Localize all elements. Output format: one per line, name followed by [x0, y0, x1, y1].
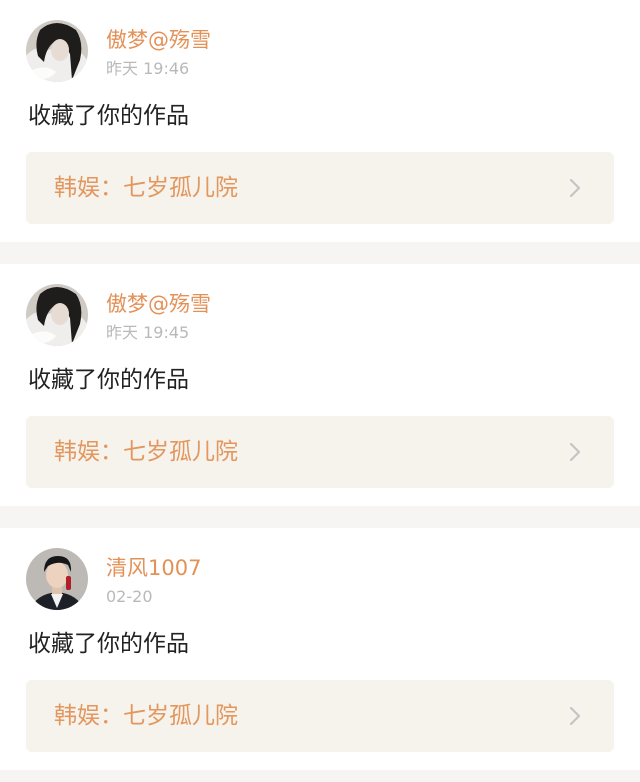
timestamp: 昨天 19:46: [106, 59, 190, 78]
chevron-right-icon: [569, 706, 581, 726]
username[interactable]: 傲梦@殇雪: [106, 290, 211, 318]
work-link[interactable]: 韩娱：七岁孤儿院: [26, 680, 614, 752]
avatar-man-icon[interactable]: [26, 548, 88, 610]
work-title: 韩娱：七岁孤儿院: [54, 703, 238, 729]
chevron-right-icon: [569, 442, 581, 462]
timestamp: 昨天 19:45: [106, 323, 190, 342]
notification-card: 清风1007 02-20 收藏了你的作品 韩娱：七岁孤儿院: [0, 528, 640, 770]
username[interactable]: 清风1007: [106, 554, 201, 582]
chevron-right-icon: [569, 178, 581, 198]
work-link[interactable]: 韩娱：七岁孤儿院: [26, 152, 614, 224]
action-text: 收藏了你的作品: [28, 103, 189, 129]
work-link[interactable]: 韩娱：七岁孤儿院: [26, 416, 614, 488]
avatar-girl-icon[interactable]: [26, 20, 88, 82]
notification-card: 傲梦@殇雪 昨天 19:45 收藏了你的作品 韩娱：七岁孤儿院: [0, 264, 640, 506]
action-text: 收藏了你的作品: [28, 631, 189, 657]
work-title: 韩娱：七岁孤儿院: [54, 439, 238, 465]
notification-feed: 傲梦@殇雪 昨天 19:46 收藏了你的作品 韩娱：七岁孤儿院 傲梦@殇雪 昨天…: [0, 0, 640, 782]
work-title: 韩娱：七岁孤儿院: [54, 175, 238, 201]
action-text: 收藏了你的作品: [28, 367, 189, 393]
timestamp: 02-20: [106, 587, 153, 606]
username[interactable]: 傲梦@殇雪: [106, 26, 211, 54]
notification-card: 傲梦@殇雪 昨天 19:46 收藏了你的作品 韩娱：七岁孤儿院: [0, 0, 640, 242]
avatar-girl-icon[interactable]: [26, 284, 88, 346]
